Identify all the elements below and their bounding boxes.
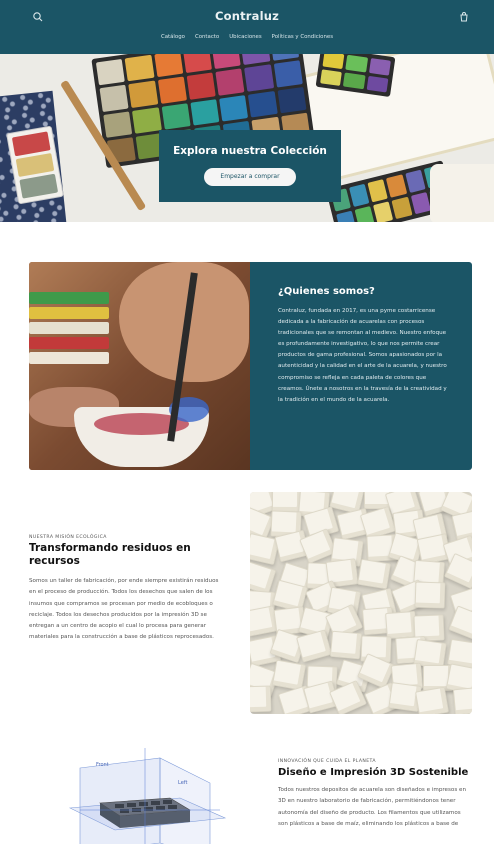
threed-title: Diseño e Impresión 3D Sostenible <box>278 767 469 778</box>
threed-kicker: INNOVACIÓN QUE CUIDA EL PLANETA <box>278 759 376 764</box>
diagram-label-left: Left <box>178 780 187 786</box>
hero-cta-box: Explora nuestra Colección Empezar a comp… <box>159 130 341 202</box>
brand-logo[interactable]: Contraluz <box>0 9 494 23</box>
about-panel: ¿Quienes somos? Contraluz, fundada en 20… <box>250 262 472 470</box>
nav-politicas[interactable]: Políticas y Condiciones <box>272 34 333 40</box>
eco-title: Transformando residuos en recursos <box>29 542 191 567</box>
cart-icon[interactable] <box>458 11 470 23</box>
nav-catalogo[interactable]: Catálogo <box>161 34 185 40</box>
nav-ubicaciones[interactable]: Ubicaciones <box>229 34 261 40</box>
cube-piece <box>414 687 449 714</box>
hero-banner: Explora nuestra Colección Empezar a comp… <box>0 54 494 222</box>
cube-piece <box>385 610 418 639</box>
eco-image <box>250 492 472 714</box>
cube-piece <box>414 581 446 609</box>
hero-ceramic-image <box>430 164 494 222</box>
cube-piece <box>452 686 472 714</box>
site-header: Contraluz Catálogo Contacto Ubicaciones … <box>0 0 494 54</box>
cube-piece <box>356 558 391 590</box>
cube-piece <box>329 631 362 660</box>
main-nav: Catálogo Contacto Ubicaciones Políticas … <box>0 34 494 40</box>
about-title: ¿Quienes somos? <box>278 286 375 297</box>
eco-kicker: NUESTRA MISIÓN ECOLÓGICA <box>29 535 107 540</box>
diagram-label-front: Front <box>96 762 109 768</box>
hero-title: Explora nuestra Colección <box>173 145 327 157</box>
about-body: Contraluz, fundada en 2017, es una pyme … <box>278 308 447 403</box>
nav-contacto[interactable]: Contacto <box>195 34 219 40</box>
about-image <box>29 262 251 470</box>
shop-now-button[interactable]: Empezar a comprar <box>204 168 296 186</box>
threed-diagram-image: Front Left <box>68 748 227 844</box>
cube-piece <box>250 685 271 713</box>
cube-piece <box>448 605 472 641</box>
threed-body: Todos nuestros depositos de acuarela son… <box>278 787 467 827</box>
eco-body: Somos un taller de fabricación, por ende… <box>29 578 219 641</box>
